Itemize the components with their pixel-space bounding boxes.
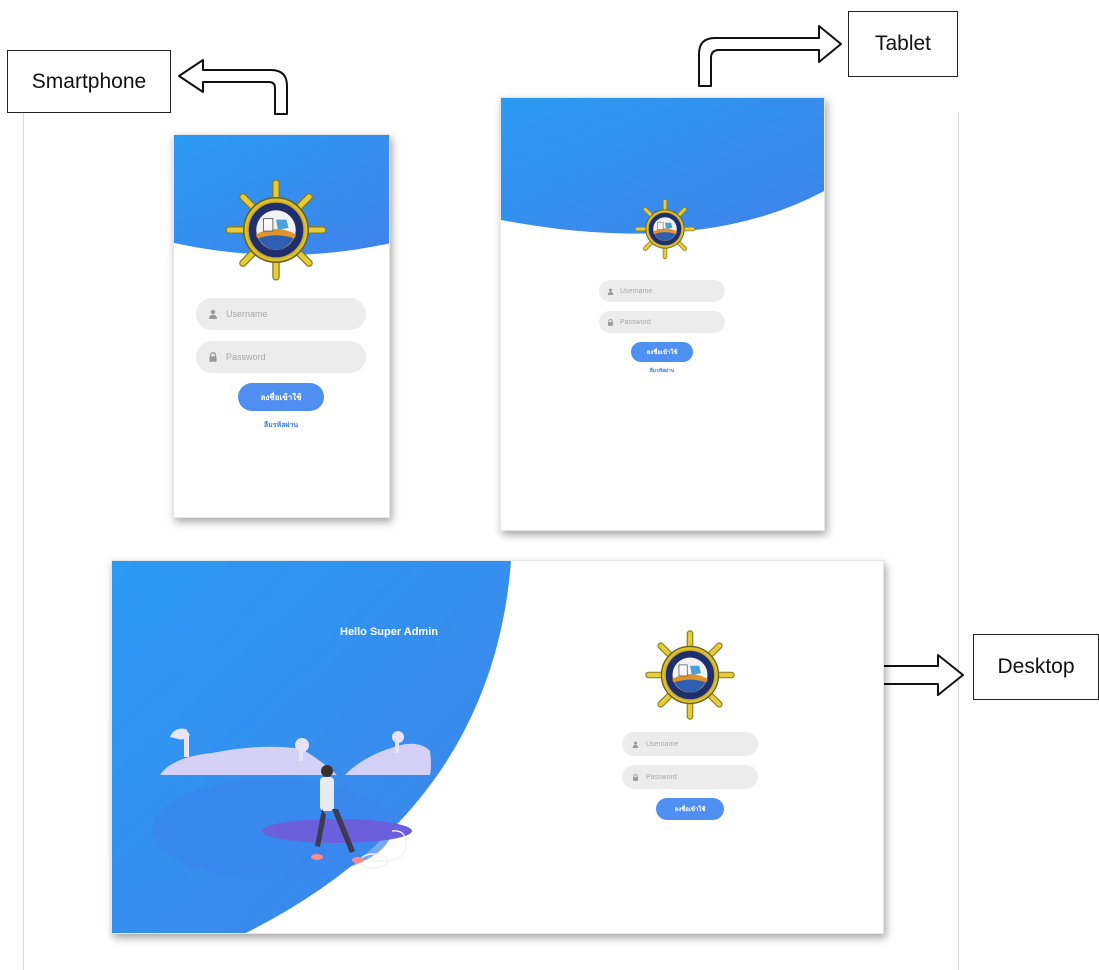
desktop-password-field[interactable]	[622, 765, 758, 789]
smartphone-arrow-icon	[178, 59, 288, 115]
user-icon	[632, 741, 639, 748]
smartphone-logo	[224, 173, 328, 287]
tablet-forgot-link[interactable]: ลืมรหัสผ่าน	[631, 367, 693, 375]
smartphone-password-input[interactable]	[226, 352, 366, 362]
lock-icon	[632, 773, 639, 781]
desktop-label-box: Desktop	[973, 634, 1099, 700]
lock-icon	[208, 352, 218, 362]
tablet-logo	[634, 186, 696, 272]
smartphone-login-label: ลงชื่อเข้าใช้	[260, 392, 302, 402]
tablet-login-label: ลงชื่อเข้าใช้	[646, 350, 678, 356]
tablet-mockup: ลงชื่อเข้าใช้ ลืมรหัสผ่าน	[500, 97, 825, 531]
desktop-mockup: Hello Super Admin ลงชื่อเข้าใช้	[111, 560, 884, 934]
smartphone-mockup: ลงชื่อเข้าใช้ ลืมรหัสผ่าน	[173, 134, 390, 518]
desktop-arrow-icon	[874, 654, 964, 696]
lock-icon	[607, 318, 614, 326]
smartphone-login-button[interactable]: ลงชื่อเข้าใช้	[238, 383, 324, 411]
smartphone-forgot-link[interactable]: ลืมรหัสผ่าน	[238, 420, 324, 431]
tablet-label-box: Tablet	[848, 11, 958, 77]
smartphone-password-field[interactable]	[196, 341, 366, 373]
page-left-border	[23, 112, 24, 970]
tablet-label: Tablet	[874, 32, 932, 55]
smartphone-username-input[interactable]	[226, 309, 366, 319]
tablet-username-input[interactable]	[620, 287, 725, 295]
tablet-password-input[interactable]	[620, 318, 725, 326]
desktop-login-label: ลงชื่อเข้าใช้	[674, 807, 706, 813]
desktop-password-input[interactable]	[646, 773, 758, 781]
desktop-logo	[644, 628, 736, 722]
desktop-username-field[interactable]	[622, 732, 758, 756]
tablet-login-button[interactable]: ลงชื่อเข้าใช้	[631, 342, 693, 362]
desktop-side-background	[112, 561, 511, 933]
tablet-username-field[interactable]	[599, 280, 725, 302]
user-icon	[607, 288, 614, 295]
tablet-arrow-icon	[698, 25, 842, 87]
smartphone-label: Smartphone	[31, 69, 147, 93]
smartphone-label-box: Smartphone	[7, 50, 171, 113]
tablet-password-field[interactable]	[599, 311, 725, 333]
user-icon	[208, 309, 218, 319]
page-right-border	[958, 112, 959, 970]
desktop-greeting: Hello Super Admin	[340, 626, 438, 638]
smartphone-username-field[interactable]	[196, 298, 366, 330]
desktop-label: Desktop	[997, 655, 1075, 678]
desktop-login-button[interactable]: ลงชื่อเข้าใช้	[656, 798, 724, 820]
desktop-username-input[interactable]	[646, 740, 758, 748]
